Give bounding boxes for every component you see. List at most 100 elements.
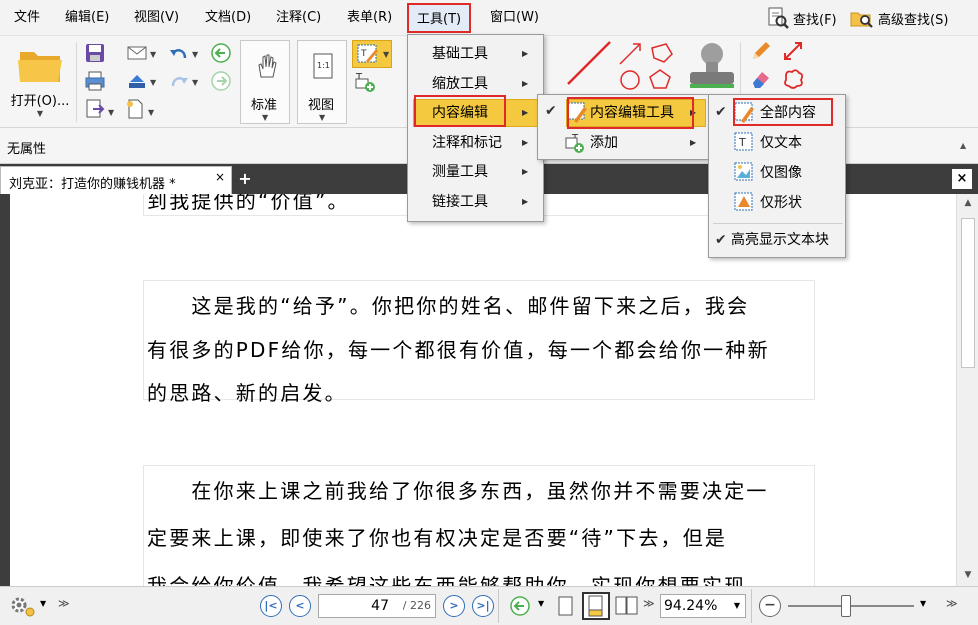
new-document-icon[interactable] bbox=[124, 98, 146, 120]
zoom-select[interactable]: 94.24% ▼ bbox=[660, 594, 746, 618]
divider bbox=[498, 589, 499, 623]
previous-page-button[interactable]: < bbox=[289, 595, 311, 617]
menu-item-add[interactable]: 添加 bbox=[590, 130, 618, 156]
tab-close-icon[interactable]: × bbox=[215, 170, 225, 184]
add-text-icon[interactable]: T bbox=[354, 70, 376, 92]
svg-text:1:1: 1:1 bbox=[317, 61, 330, 70]
stamp-icon[interactable] bbox=[686, 40, 738, 92]
submenu-arrow-icon: ▶ bbox=[522, 79, 529, 88]
settings-gear-icon[interactable] bbox=[8, 594, 38, 618]
divider bbox=[76, 42, 77, 122]
scroll-up-icon[interactable]: ▲ bbox=[962, 198, 974, 210]
scan-icon[interactable] bbox=[126, 70, 148, 92]
last-page-button[interactable]: >| bbox=[472, 595, 494, 617]
find-button[interactable]: 查找(F) bbox=[767, 6, 837, 30]
menu-document[interactable]: 文档(D) bbox=[203, 8, 253, 28]
close-document-icon[interactable]: × bbox=[952, 169, 972, 189]
forward-icon[interactable] bbox=[210, 70, 232, 92]
menu-tools[interactable]: 工具(T) bbox=[407, 3, 472, 33]
print-icon[interactable] bbox=[84, 70, 106, 92]
previous-view-icon[interactable] bbox=[509, 595, 533, 619]
export-icon[interactable] bbox=[84, 98, 106, 120]
view-history-dropdown-icon[interactable]: ▼ bbox=[538, 599, 544, 608]
advanced-find-button[interactable]: 高级查找(S) bbox=[850, 6, 948, 30]
menu-comment[interactable]: 注释(C) bbox=[274, 8, 323, 28]
menu-window[interactable]: 窗口(W) bbox=[488, 8, 541, 28]
view-button[interactable]: 1:1 视图 ▼ bbox=[297, 40, 347, 124]
zoom-slider-track[interactable] bbox=[788, 605, 914, 607]
email-icon[interactable] bbox=[126, 42, 148, 64]
collapse-ribbon-icon[interactable]: ▲ bbox=[960, 141, 966, 150]
edit-tool-dropdown-icon: ▼ bbox=[383, 50, 390, 59]
menu-separator bbox=[713, 223, 843, 224]
menu-item-shape-only[interactable]: 仅形状 bbox=[760, 190, 802, 216]
page-number-input[interactable]: 47 / 226 bbox=[318, 594, 436, 618]
edit-content-tool-button[interactable]: T ▼ bbox=[352, 40, 392, 68]
svg-text:T: T bbox=[738, 136, 746, 149]
zoom-slider-dropdown-icon[interactable]: ▼ bbox=[920, 599, 926, 608]
menu-edit[interactable]: 编辑(E) bbox=[63, 8, 111, 28]
text-block[interactable]: 在你来上课之前我给了你很多东西，虽然你并不需要决定一 定要来上课，即使来了你也有… bbox=[143, 465, 815, 586]
single-page-icon[interactable] bbox=[556, 595, 576, 617]
text-line: 定要来上课，即使来了你也有权决定是否要“待”下去，但是 bbox=[147, 526, 728, 550]
hand-icon bbox=[258, 54, 277, 78]
menu-form[interactable]: 表单(R) bbox=[345, 8, 394, 28]
menu-item-comments-markup[interactable]: 注释和标记 bbox=[432, 130, 502, 156]
menu-item-measure-tools[interactable]: 测量工具 bbox=[432, 159, 488, 185]
email-dropdown-icon[interactable]: ▼ bbox=[150, 50, 156, 59]
scan-dropdown-icon[interactable]: ▼ bbox=[150, 78, 156, 87]
continuous-page-icon bbox=[588, 595, 603, 617]
menu-item-highlight-text-blocks[interactable]: 高亮显示文本块 bbox=[731, 227, 829, 253]
continuous-page-button[interactable] bbox=[582, 592, 610, 620]
undo-dropdown-icon[interactable]: ▼ bbox=[192, 50, 198, 59]
scroll-thumb[interactable] bbox=[961, 218, 975, 368]
back-icon[interactable] bbox=[210, 42, 232, 64]
zoom-slider-thumb[interactable] bbox=[841, 595, 851, 617]
status-expand-icon[interactable]: ≫ bbox=[58, 597, 70, 610]
view-label: 视图 bbox=[308, 98, 335, 113]
scroll-down-icon[interactable]: ▼ bbox=[962, 570, 974, 582]
add-content-icon: T bbox=[565, 133, 584, 153]
page-layout-expand-icon[interactable]: ≫ bbox=[643, 597, 655, 610]
document-tab[interactable]: 刘克亚：打造你的赚钱机器 * × bbox=[0, 166, 232, 194]
new-tab-icon[interactable]: + bbox=[234, 168, 256, 190]
open-button[interactable]: 打开(O)... ▼ bbox=[5, 42, 75, 118]
menu-file[interactable]: 文件 bbox=[12, 8, 42, 28]
menu-item-basic-tools[interactable]: 基础工具 bbox=[432, 41, 488, 67]
settings-dropdown-icon[interactable]: ▼ bbox=[40, 599, 46, 608]
pencil-icon[interactable] bbox=[750, 40, 772, 62]
redo-dropdown-icon[interactable]: ▼ bbox=[192, 78, 198, 87]
image-only-icon bbox=[734, 162, 753, 181]
undo-icon[interactable] bbox=[168, 42, 190, 64]
menu-item-text-only[interactable]: 仅文本 bbox=[760, 130, 802, 156]
view-dropdown-icon: ▼ bbox=[319, 113, 326, 122]
export-dropdown-icon[interactable]: ▼ bbox=[108, 108, 114, 117]
menu-item-image-only[interactable]: 仅图像 bbox=[760, 160, 802, 186]
annotation-highlight-box bbox=[733, 98, 833, 126]
zoom-out-button[interactable]: − bbox=[759, 595, 781, 617]
submenu-arrow-icon: ▶ bbox=[522, 108, 529, 117]
find-icon bbox=[768, 7, 789, 29]
menu-item-link-tools[interactable]: 链接工具 bbox=[432, 189, 488, 215]
redo-icon[interactable] bbox=[168, 70, 190, 92]
vertical-scrollbar[interactable]: ▲ ▼ bbox=[956, 194, 978, 586]
menu-view[interactable]: 视图(V) bbox=[132, 8, 181, 28]
submenu-arrow-icon: ▶ bbox=[522, 197, 529, 206]
first-page-button[interactable]: |< bbox=[260, 595, 282, 617]
check-icon: ✔ bbox=[545, 103, 557, 119]
eraser-icon[interactable] bbox=[750, 68, 772, 90]
next-page-button[interactable]: > bbox=[443, 595, 465, 617]
cloud-shape-icon[interactable] bbox=[782, 68, 804, 90]
save-icon[interactable] bbox=[84, 42, 106, 64]
find-label: 查找(F) bbox=[793, 12, 837, 28]
total-pages: / 226 bbox=[402, 599, 431, 612]
text-line: 我会给你价值，我希望这些东西能够帮助你，实现你想要实现 bbox=[147, 574, 747, 586]
new-dropdown-icon[interactable]: ▼ bbox=[148, 108, 154, 117]
measure-icon[interactable] bbox=[782, 40, 804, 62]
facing-pages-icon[interactable] bbox=[614, 595, 640, 617]
menu-item-zoom-tools[interactable]: 缩放工具 bbox=[432, 71, 488, 97]
text-block[interactable]: 这是我的“给予”。你把你的姓名、邮件留下来之后，我会 有很多的PDF给你，每一个… bbox=[143, 280, 815, 405]
svg-text:T: T bbox=[360, 49, 367, 59]
status-overflow-icon[interactable]: ≫ bbox=[946, 597, 958, 610]
standard-button[interactable]: 标准 ▼ bbox=[240, 40, 290, 124]
